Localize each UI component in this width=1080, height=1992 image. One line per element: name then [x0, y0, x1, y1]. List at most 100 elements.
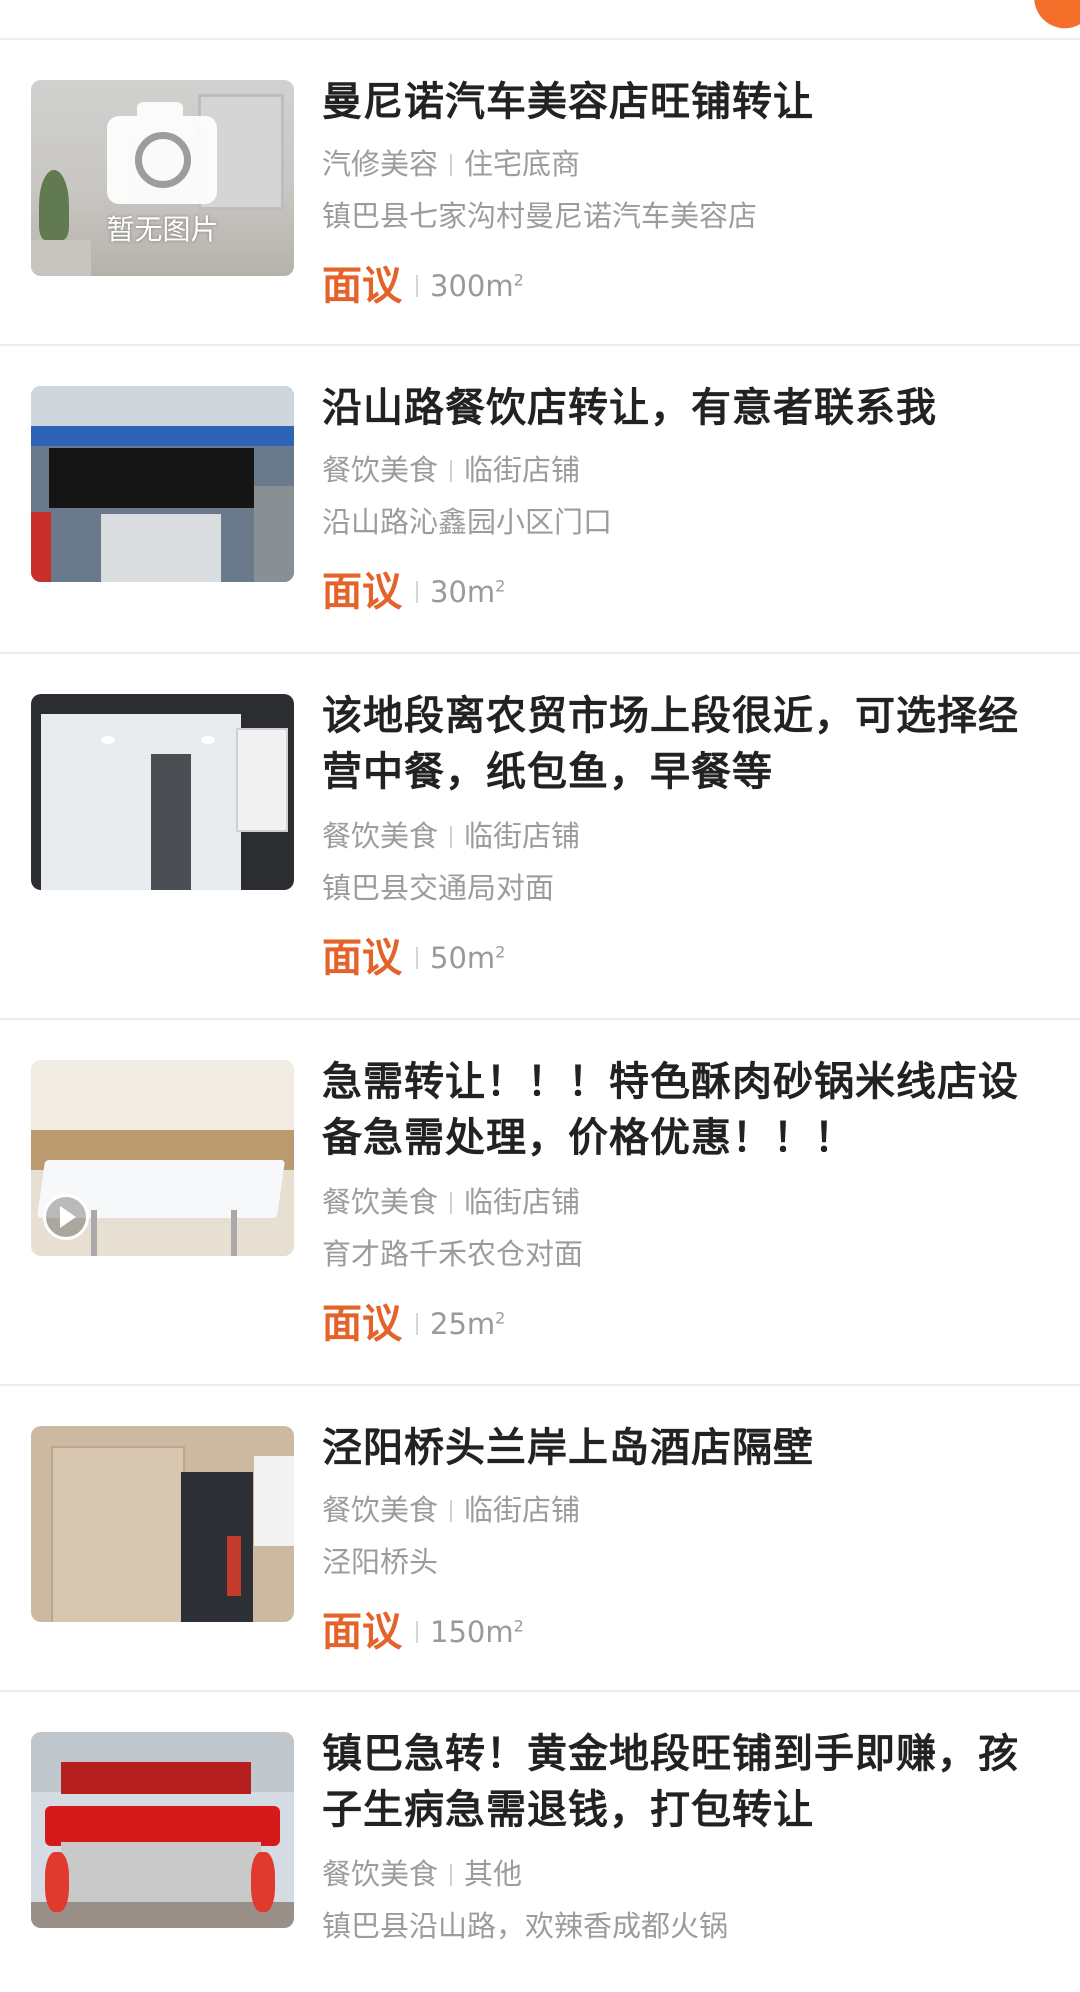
area-value: 150m [430, 1615, 514, 1649]
tag-divider [450, 826, 453, 848]
listing-price: 面议 [322, 263, 402, 309]
listing-thumbnail [31, 1060, 294, 1256]
price-divider [416, 275, 418, 297]
tag-divider [450, 1192, 453, 1214]
listing-title[interactable]: 该地段离农贸市场上段很近，可选择经营中餐，纸包鱼，早餐等 [322, 688, 1022, 800]
listing-type: 临街店铺 [464, 453, 581, 487]
no-image-label: 暂无图片 [106, 213, 219, 246]
listing-category: 餐饮美食 [322, 1185, 439, 1219]
listing-category: 汽修美容 [322, 147, 439, 181]
listing-area: 30m2 [430, 575, 505, 609]
listing-price-row: 面议 300m2 [322, 258, 524, 314]
listing-title[interactable]: 镇巴急转！黄金地段旺铺到手即赚，孩子生病急需退钱，打包转让 [322, 1726, 1022, 1838]
listing-card[interactable]: 沿山路餐饮店转让，有意者联系我 餐饮美食 临街店铺 沿山路沁鑫园小区门口 面议 30… [0, 346, 1080, 654]
thumbnail-shop-sign [61, 1762, 251, 1794]
listing-title[interactable]: 泾阳桥头兰岸上岛酒店隔壁 [322, 1420, 1022, 1476]
tag-divider [450, 460, 453, 482]
listing-area: 300m2 [430, 269, 524, 303]
listing-address: 育才路千禾农仓对面 [322, 1237, 584, 1271]
listing-tags: 餐饮美食 临街店铺 [322, 1182, 580, 1222]
listing-title[interactable]: 急需转让！！！特色酥肉砂锅米线店设备急需处理，价格优惠！！！ [322, 1054, 1022, 1166]
thumbnail-storefront [61, 1842, 261, 1902]
thumbnail-flower-basket [45, 1852, 69, 1912]
listing-tags: 餐饮美食 其他 [322, 1854, 522, 1894]
top-strip [0, 0, 1080, 40]
thumbnail-table-leg [231, 1210, 237, 1256]
area-value: 50m [430, 941, 496, 975]
listing-tags: 餐饮美食 临街店铺 [322, 450, 580, 490]
thumbnail-window [254, 1456, 294, 1546]
listing-price: 面议 [322, 1609, 402, 1655]
listing-tags: 餐饮美食 临街店铺 [322, 1490, 580, 1530]
listing-price: 面议 [322, 1301, 402, 1347]
tag-divider [450, 1864, 453, 1886]
thumbnail-table-leg [91, 1210, 97, 1256]
area-unit-superscript: 2 [495, 1308, 506, 1328]
listing-card[interactable]: 暂无图片 曼尼诺汽车美容店旺铺转让 汽修美容 住宅底商 镇巴县七家沟村曼尼诺汽车美… [0, 40, 1080, 346]
listing-type: 其他 [464, 1857, 523, 1891]
price-divider [416, 581, 418, 603]
listing-thumbnail [31, 694, 294, 890]
listing-category: 餐饮美食 [322, 819, 439, 853]
listing-price-row: 面议 25m2 [322, 1296, 505, 1352]
thumbnail-door [181, 1472, 253, 1622]
thumbnail-wall [31, 1060, 294, 1130]
area-unit-superscript: 2 [495, 576, 506, 596]
listing-price-row: 面议 30m2 [322, 564, 505, 620]
listing-price: 面议 [322, 935, 402, 981]
play-icon[interactable] [43, 1194, 89, 1240]
listing-category: 餐饮美食 [322, 1493, 439, 1527]
thumbnail-door [101, 514, 221, 582]
price-divider [416, 1313, 418, 1335]
listing-price-row: 面议 150m2 [322, 1604, 524, 1660]
listing-title[interactable]: 沿山路餐饮店转让，有意者联系我 [322, 380, 1022, 436]
listing-address: 沿山路沁鑫园小区门口 [322, 505, 613, 539]
listing-type: 临街店铺 [464, 819, 581, 853]
listing-thumbnail [31, 1426, 294, 1622]
area-value: 25m [430, 1307, 496, 1341]
area-value: 30m [430, 575, 496, 609]
thumbnail-light [201, 736, 215, 744]
price-divider [416, 947, 418, 969]
thumbnail-door [151, 754, 191, 890]
listing-category: 餐饮美食 [322, 1857, 439, 1891]
listing-card[interactable]: 急需转让！！！特色酥肉砂锅米线店设备急需处理，价格优惠！！！ 餐饮美食 临街店铺 … [0, 1020, 1080, 1386]
thumbnail-shop-sign [49, 448, 254, 508]
listing-address: 泾阳桥头 [322, 1545, 439, 1579]
listing-price: 面议 [322, 569, 402, 615]
listing-type: 临街店铺 [464, 1185, 581, 1219]
listing-card[interactable]: 该地段离农贸市场上段很近，可选择经营中餐，纸包鱼，早餐等 餐饮美食 临街店铺 镇巴… [0, 654, 1080, 1020]
tag-divider [450, 1500, 453, 1522]
listing-category: 餐饮美食 [322, 453, 439, 487]
listing-address: 镇巴县交通局对面 [322, 871, 555, 905]
listing-thumbnail [31, 1732, 294, 1928]
listing-thumbnail: 暂无图片 [31, 80, 294, 276]
tag-divider [450, 154, 453, 176]
listing-area: 150m2 [430, 1615, 524, 1649]
listing-type: 临街店铺 [464, 1493, 581, 1527]
listing-title[interactable]: 曼尼诺汽车美容店旺铺转让 [322, 74, 1022, 130]
thumbnail-banner [31, 512, 51, 582]
listing-price-row: 面议 50m2 [322, 930, 505, 986]
listing-type: 住宅底商 [464, 147, 581, 181]
thumbnail-balloon-arch [45, 1806, 280, 1846]
thumbnail-awning [31, 426, 294, 446]
listing-area: 50m2 [430, 941, 505, 975]
listing-address: 镇巴县沿山路，欢辣香成都火锅 [322, 1909, 729, 1943]
listing-tags: 餐饮美食 临街店铺 [322, 816, 580, 856]
area-unit-superscript: 2 [513, 1616, 524, 1636]
area-unit-superscript: 2 [495, 942, 506, 962]
listing-thumbnail [31, 386, 294, 582]
listing-area: 25m2 [430, 1307, 505, 1341]
price-divider [416, 1621, 418, 1643]
camera-icon [107, 102, 217, 204]
listing-card[interactable]: 泾阳桥头兰岸上岛酒店隔壁 餐饮美食 临街店铺 泾阳桥头 面议 150m2 [0, 1386, 1080, 1692]
thumbnail-flower-basket [251, 1852, 275, 1912]
listing-card[interactable]: 镇巴急转！黄金地段旺铺到手即赚，孩子生病急需退钱，打包转让 餐饮美食 其他 镇巴县… [0, 1692, 1080, 1992]
listing-address: 镇巴县七家沟村曼尼诺汽车美容店 [322, 199, 758, 233]
thumbnail-wall-panel [51, 1446, 185, 1622]
thumbnail-railing [254, 486, 294, 582]
thumbnail-light [101, 736, 115, 744]
thumbnail-shop-sign [236, 728, 288, 832]
thumbnail-decoration [227, 1536, 241, 1596]
